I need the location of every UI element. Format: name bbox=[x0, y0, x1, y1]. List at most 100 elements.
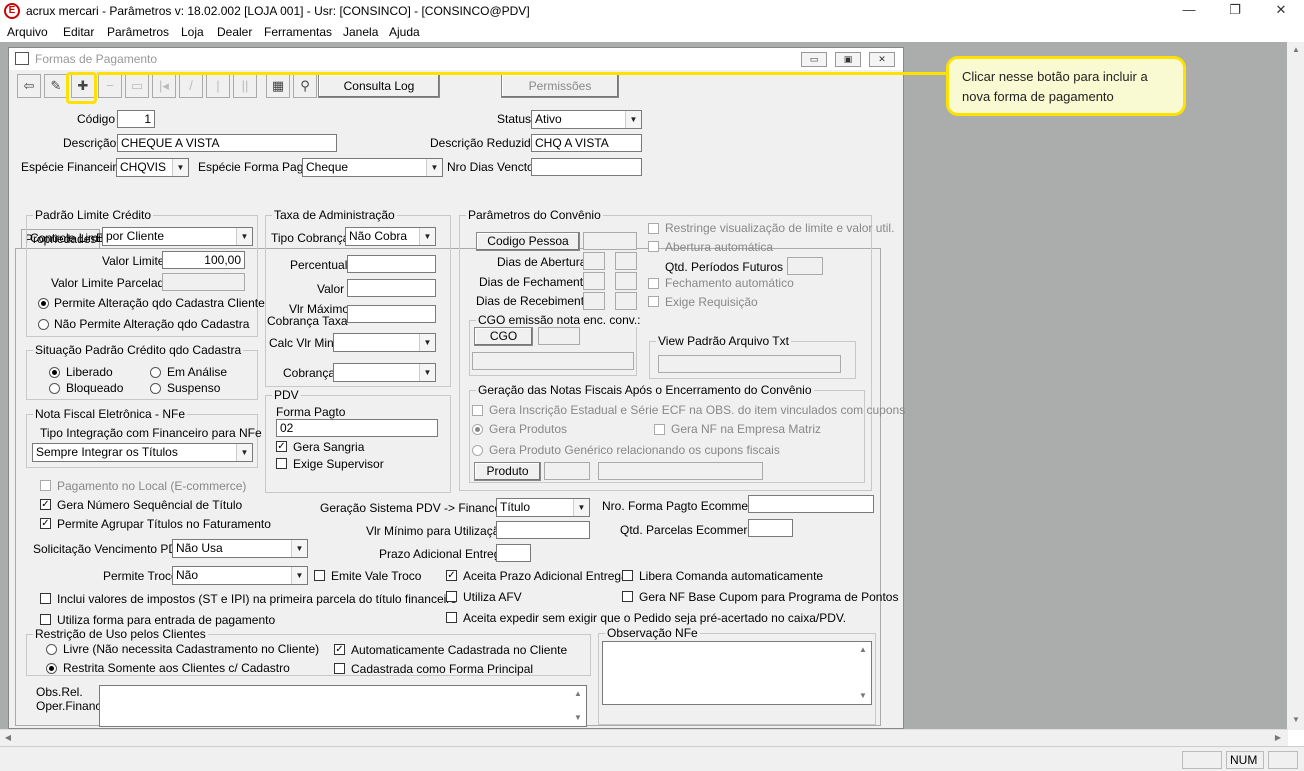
utiliza-entrada-checkbox[interactable] bbox=[40, 614, 51, 625]
emite-vale-checkbox[interactable] bbox=[314, 570, 325, 581]
codigo-input[interactable]: 1 bbox=[117, 110, 155, 128]
last-record-icon[interactable]: || bbox=[233, 74, 257, 98]
nro-dias-input[interactable] bbox=[531, 158, 642, 176]
gera-nf-matriz-checkbox[interactable] bbox=[654, 424, 665, 435]
nro-forma-ecom-input[interactable] bbox=[748, 495, 874, 513]
delete-record-icon[interactable]: − bbox=[98, 74, 122, 98]
aceita-prazo-checkbox[interactable]: ✓ bbox=[446, 570, 457, 581]
menu-dealer[interactable]: Dealer bbox=[217, 25, 252, 39]
pag-local-checkbox[interactable] bbox=[40, 480, 51, 491]
produto-input[interactable] bbox=[544, 462, 590, 480]
permite-alteracao-radio[interactable] bbox=[38, 298, 49, 309]
maximize-button[interactable]: ❐ bbox=[1212, 0, 1258, 22]
inclui-impostos-checkbox[interactable] bbox=[40, 593, 51, 604]
exige-requisicao-checkbox[interactable] bbox=[648, 296, 659, 307]
libera-comanda-checkbox[interactable] bbox=[622, 570, 633, 581]
gera-generico-radio[interactable] bbox=[472, 445, 483, 456]
scroll-up-icon[interactable]: ▲ bbox=[570, 686, 586, 702]
scroll-down-icon[interactable]: ▼ bbox=[1288, 712, 1304, 728]
scroll-down-icon[interactable]: ▼ bbox=[855, 688, 871, 704]
save-record-icon[interactable]: ▭ bbox=[125, 74, 149, 98]
menu-editar[interactable]: Editar bbox=[63, 25, 94, 39]
menu-arquivo[interactable]: Arquivo bbox=[7, 25, 48, 39]
scroll-up-icon[interactable]: ▲ bbox=[1288, 42, 1304, 58]
gera-sangria-checkbox[interactable]: ✓ bbox=[276, 441, 287, 452]
qtd-periodos-input[interactable] bbox=[787, 257, 823, 275]
menu-ferramentas[interactable]: Ferramentas bbox=[264, 25, 332, 39]
valor-input[interactable] bbox=[347, 279, 436, 297]
solic-select[interactable]: Não Usa ▼ bbox=[172, 539, 308, 558]
dias-abertura-input-2[interactable] bbox=[615, 252, 637, 270]
exige-supervisor-checkbox[interactable] bbox=[276, 458, 287, 469]
gera-seq-checkbox[interactable]: ✓ bbox=[40, 499, 51, 510]
prev-record-icon[interactable]: / bbox=[179, 74, 203, 98]
menu-parametros[interactable]: Parâmetros bbox=[107, 25, 169, 39]
codigo-pessoa-input[interactable] bbox=[583, 232, 637, 250]
vlr-min-input[interactable] bbox=[496, 521, 590, 539]
percentual-input[interactable] bbox=[347, 255, 436, 273]
menu-janela[interactable]: Janela bbox=[343, 25, 378, 39]
obs-nfe-textarea[interactable]: ▲ ▼ bbox=[602, 641, 872, 705]
gera-produtos-radio[interactable] bbox=[472, 424, 483, 435]
scroll-down-icon[interactable]: ▼ bbox=[570, 710, 586, 726]
em-analise-radio[interactable] bbox=[150, 367, 161, 378]
auto-cadastrada-checkbox[interactable]: ✓ bbox=[334, 644, 345, 655]
codigo-pessoa-button[interactable]: Codigo Pessoa bbox=[476, 232, 580, 251]
view-input[interactable] bbox=[658, 355, 841, 373]
search-binoculars-icon[interactable]: ⚲ bbox=[293, 74, 317, 98]
first-record-icon[interactable]: |◂ bbox=[152, 74, 176, 98]
vlr-maximo-input[interactable] bbox=[347, 305, 436, 323]
menu-loja[interactable]: Loja bbox=[181, 25, 204, 39]
child-close-button[interactable]: ✕ bbox=[869, 52, 895, 67]
close-button[interactable]: ✕ bbox=[1258, 0, 1304, 22]
utiliza-afv-checkbox[interactable] bbox=[446, 591, 457, 602]
suspenso-radio[interactable] bbox=[150, 383, 161, 394]
menu-ajuda[interactable]: Ajuda bbox=[389, 25, 420, 39]
tipo-integracao-select[interactable]: Sempre Integrar os Títulos ▼ bbox=[32, 443, 253, 462]
next-record-icon[interactable]: | bbox=[206, 74, 230, 98]
cobranca-select[interactable]: ▼ bbox=[333, 363, 436, 382]
consulta-log-button[interactable]: Consulta Log bbox=[318, 74, 440, 98]
report-icon[interactable]: ▦ bbox=[266, 74, 290, 98]
gera-inscricao-checkbox[interactable] bbox=[472, 405, 483, 416]
permissoes-button[interactable]: Permissões bbox=[501, 74, 619, 98]
tipo-cobranca-select[interactable]: Não Cobra ▼ bbox=[345, 227, 436, 246]
cgo-button[interactable]: CGO bbox=[474, 327, 533, 346]
descricao-input[interactable]: CHEQUE A VISTA bbox=[117, 134, 337, 152]
permite-agrupar-checkbox[interactable]: ✓ bbox=[40, 518, 51, 529]
valor-limite-input[interactable]: 100,00 bbox=[162, 251, 245, 269]
especie-forma-select[interactable]: Cheque ▼ bbox=[302, 158, 443, 177]
valor-parcelado-input[interactable] bbox=[162, 273, 245, 291]
permite-troco-select[interactable]: Não ▼ bbox=[172, 566, 308, 585]
abertura-auto-checkbox[interactable] bbox=[648, 241, 659, 252]
dias-fechamento-input[interactable] bbox=[583, 272, 605, 290]
cgo-desc-input[interactable] bbox=[472, 352, 634, 370]
livre-radio[interactable] bbox=[46, 644, 57, 655]
dias-fechamento-input-2[interactable] bbox=[615, 272, 637, 290]
produto-button[interactable]: Produto bbox=[474, 462, 541, 481]
restringe-checkbox[interactable] bbox=[648, 223, 659, 234]
liberado-radio[interactable] bbox=[49, 367, 60, 378]
especie-financeira-select[interactable]: CHQVIS ▼ bbox=[116, 158, 189, 177]
obs-textarea[interactable]: ▲ ▼ bbox=[99, 685, 587, 727]
child-minimize-button[interactable]: ▭ bbox=[801, 52, 827, 67]
cad-principal-checkbox[interactable] bbox=[334, 663, 345, 674]
calc-vlr-min-select[interactable]: ▼ bbox=[333, 333, 436, 352]
scroll-left-icon[interactable]: ◀ bbox=[0, 730, 16, 746]
prazo-input[interactable] bbox=[496, 544, 531, 562]
produto-desc-input[interactable] bbox=[598, 462, 763, 480]
scroll-right-icon[interactable]: ▶ bbox=[1270, 730, 1286, 746]
exit-icon[interactable]: ⇦ bbox=[17, 74, 41, 98]
vertical-scrollbar[interactable]: ▲ ▼ bbox=[1287, 42, 1304, 730]
forma-pagto-input[interactable]: 02 bbox=[276, 419, 438, 437]
minimize-button[interactable]: — bbox=[1166, 0, 1212, 22]
dias-recebimento-input-2[interactable] bbox=[615, 292, 637, 310]
aceita-expedir-checkbox[interactable] bbox=[446, 612, 457, 623]
geracao-pdv-select[interactable]: Título ▼ bbox=[496, 498, 590, 517]
nao-permite-alteracao-radio[interactable] bbox=[38, 319, 49, 330]
dias-recebimento-input[interactable] bbox=[583, 292, 605, 310]
status-select[interactable]: Ativo ▼ bbox=[531, 110, 642, 129]
dias-abertura-input[interactable] bbox=[583, 252, 605, 270]
cgo-input[interactable] bbox=[538, 327, 580, 345]
child-maximize-button[interactable]: ▣ bbox=[835, 52, 861, 67]
